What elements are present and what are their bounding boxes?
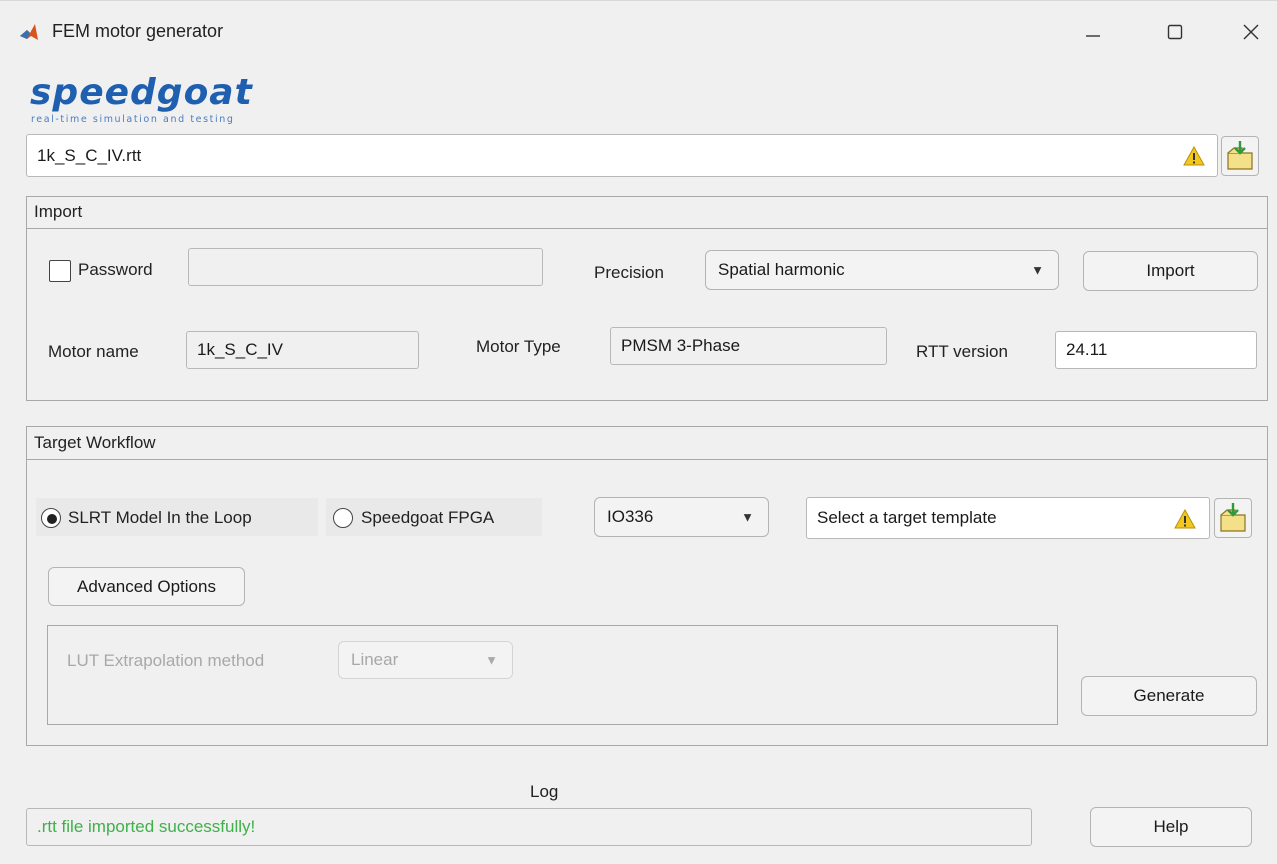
advanced-options-panel — [47, 625, 1058, 725]
minimize-icon[interactable] — [1068, 14, 1118, 50]
rtt-version-label: RTT version — [916, 342, 1008, 361]
advanced-options-button[interactable]: Advanced Options — [48, 567, 245, 606]
motor-type-label: Motor Type — [476, 337, 561, 356]
warning-icon — [1183, 146, 1205, 166]
password-field[interactable] — [188, 248, 543, 286]
motor-type-value: PMSM 3-Phase — [621, 336, 741, 355]
rtt-version-value: 24.11 — [1066, 340, 1108, 359]
speedgoat-tagline: real-time simulation and testing — [31, 114, 235, 125]
slrt-radio-label: SLRT Model In the Loop — [68, 508, 252, 527]
board-value: IO336 — [607, 507, 654, 526]
folder-import-icon — [1220, 503, 1246, 532]
rtt-file-path: 1k_S_C_IV.rtt — [37, 145, 142, 165]
maximize-icon[interactable] — [1150, 14, 1200, 50]
target-template-text: Select a target template — [817, 508, 997, 527]
lut-value: Linear — [351, 650, 399, 669]
import-panel — [26, 196, 1268, 401]
lut-extrapolation-dropdown[interactable]: Linear ▼ — [338, 641, 513, 679]
warning-icon — [1174, 509, 1196, 529]
help-button[interactable]: Help — [1090, 807, 1252, 847]
slrt-radio-button[interactable] — [41, 508, 61, 528]
rtt-file-field[interactable]: 1k_S_C_IV.rtt — [26, 134, 1218, 177]
folder-import-icon — [1227, 141, 1253, 170]
import-button[interactable]: Import — [1083, 251, 1258, 291]
import-panel-divider — [26, 228, 1268, 229]
chevron-down-icon: ▼ — [741, 509, 754, 525]
rtt-browse-button[interactable] — [1221, 136, 1259, 176]
motor-name-value: 1k_S_C_IV — [197, 340, 283, 359]
motor-type-field[interactable]: PMSM 3-Phase — [610, 327, 887, 365]
target-template-field[interactable]: Select a target template — [806, 497, 1210, 539]
log-message: .rtt file imported successfully! — [37, 817, 256, 836]
lut-extrapolation-label: LUT Extrapolation method — [67, 651, 265, 670]
chevron-down-icon: ▼ — [485, 652, 498, 668]
radio-selected-dot — [47, 514, 57, 524]
rtt-version-field[interactable]: 24.11 — [1055, 331, 1257, 369]
log-field: .rtt file imported successfully! — [26, 808, 1032, 846]
log-label: Log — [530, 782, 559, 801]
generate-button[interactable]: Generate — [1081, 676, 1257, 716]
matlab-icon — [18, 22, 40, 44]
import-panel-title: Import — [34, 202, 83, 221]
window-title: FEM motor generator — [52, 21, 224, 41]
speedgoat-logo: speedgoat — [30, 72, 253, 113]
fpga-radio-label: Speedgoat FPGA — [361, 508, 495, 527]
board-dropdown[interactable]: IO336 ▼ — [594, 497, 769, 537]
password-checkbox[interactable] — [49, 260, 71, 282]
motor-name-field[interactable]: 1k_S_C_IV — [186, 331, 419, 369]
password-label: Password — [78, 260, 153, 279]
precision-value: Spatial harmonic — [718, 260, 845, 279]
workflow-panel-divider — [26, 459, 1268, 460]
precision-label: Precision — [594, 263, 664, 282]
motor-name-label: Motor name — [48, 342, 139, 361]
template-browse-button[interactable] — [1214, 498, 1252, 538]
fpga-radio-button[interactable] — [333, 508, 353, 528]
close-icon[interactable] — [1226, 14, 1276, 50]
precision-dropdown[interactable]: Spatial harmonic ▼ — [705, 250, 1059, 290]
target-workflow-title: Target Workflow — [34, 433, 156, 452]
chevron-down-icon: ▼ — [1031, 262, 1044, 278]
